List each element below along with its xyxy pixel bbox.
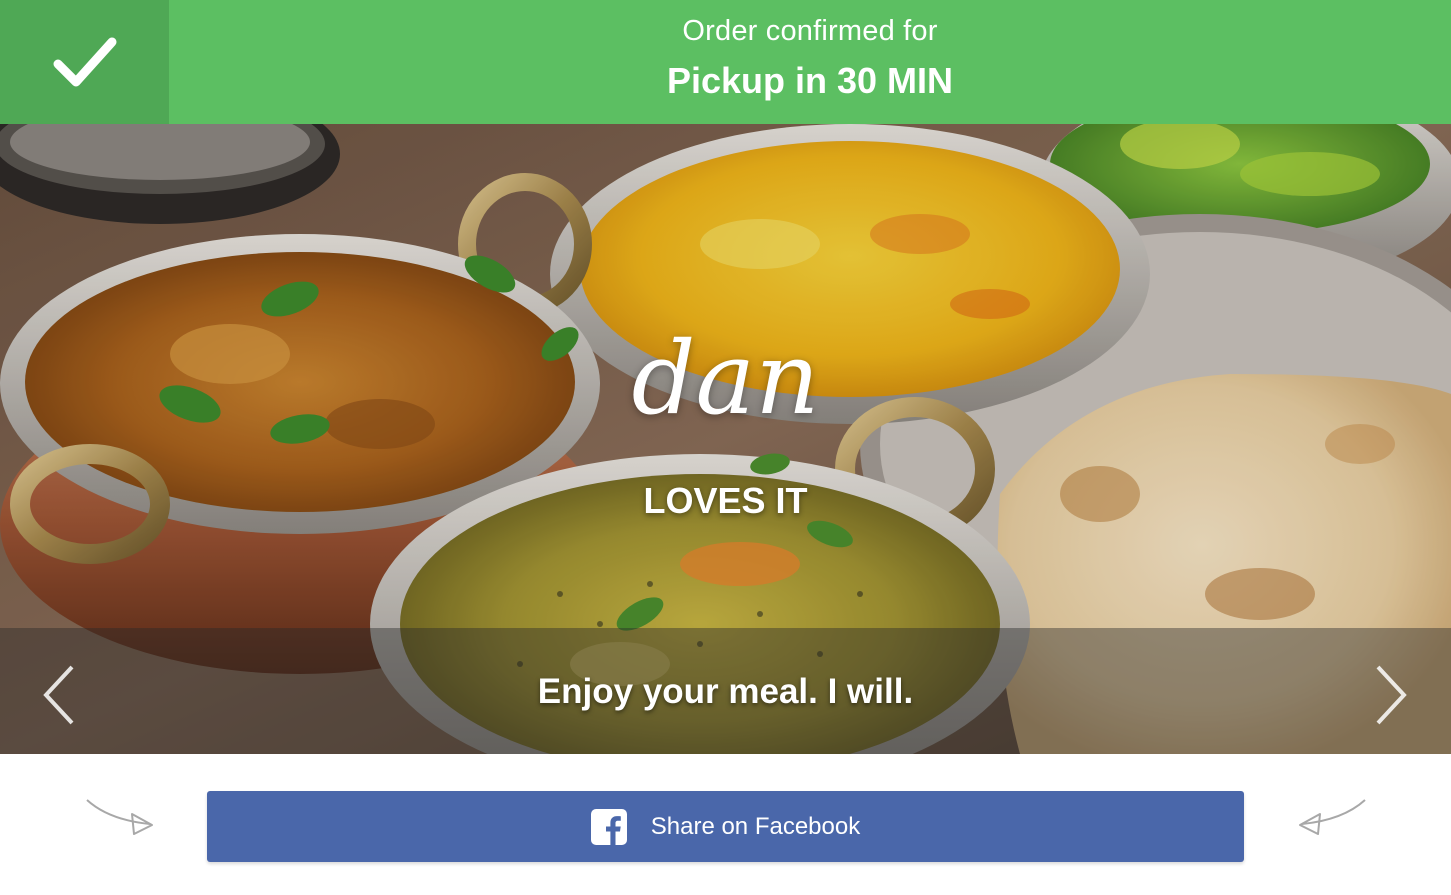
hero-image: dan LOVES IT Enjoy your meal. I will. (0, 124, 1451, 754)
chevron-right-icon (1376, 665, 1407, 725)
facebook-icon (590, 808, 627, 845)
checkmark-icon (53, 37, 116, 87)
hero-tagline: LOVES IT (643, 480, 808, 521)
share-button-label: Share on Facebook (650, 812, 861, 840)
order-confirmation-banner: Order confirmed for Pickup in 30 MIN (0, 0, 1451, 124)
pickup-time: Pickup in 30 MIN (666, 60, 954, 101)
banner-text: Order confirmed for Pickup in 30 MIN (169, 0, 1451, 124)
next-button[interactable] (1362, 660, 1422, 730)
caption-bar: Enjoy your meal. I will. (0, 628, 1451, 754)
banner-subtitle: Order confirmed for (682, 15, 938, 47)
curved-arrow-right-icon (86, 799, 153, 835)
hero-name: dan (631, 320, 820, 437)
check-badge (0, 0, 169, 124)
share-facebook-button[interactable]: Share on Facebook (207, 791, 1244, 862)
curved-arrow-left-icon (1299, 799, 1366, 835)
caption-text: Enjoy your meal. I will. (537, 672, 914, 711)
share-section: Share on Facebook (0, 754, 1451, 895)
